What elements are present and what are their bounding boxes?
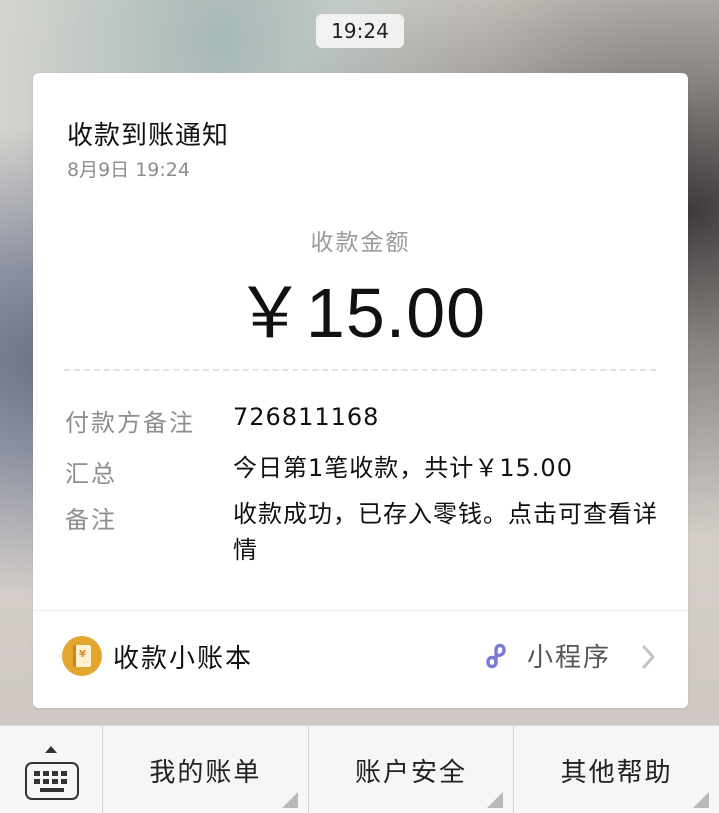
amount-value: ￥15.00 (234, 274, 487, 352)
detail-key: 汇总 (65, 460, 117, 488)
payment-notification-card[interactable]: 收款到账通知 8月9日 19:24 收款金额 ￥15.00 付款方备注 7268… (33, 73, 688, 708)
detail-value: 726811168 (233, 403, 380, 431)
arrow-up-icon (45, 746, 57, 753)
mini-program-label: 小程序 (527, 643, 612, 673)
card-footer[interactable]: ¥ 收款小账本 小程序 (33, 611, 688, 708)
app-name: 收款小账本 (113, 644, 254, 674)
submenu-corner-icon (281, 792, 298, 808)
bottom-menu-bar: 我的账单 账户安全 其他帮助 (0, 725, 719, 813)
message-timestamp: 19:24 (316, 14, 404, 48)
detail-value: 今日第1笔收款，共计￥15.00 (233, 454, 573, 482)
mini-program-icon (486, 643, 506, 669)
card-date: 8月9日 19:24 (67, 159, 190, 181)
submenu-corner-icon (487, 792, 504, 808)
menu-label: 我的账单 (149, 757, 262, 788)
amount-label: 收款金额 (310, 230, 411, 256)
detail-key: 备注 (65, 506, 117, 534)
menu-other-help[interactable]: 其他帮助 (514, 726, 719, 813)
detail-key: 付款方备注 (65, 409, 195, 437)
dashed-divider (64, 369, 656, 371)
menu-account-security[interactable]: 账户安全 (309, 726, 515, 813)
keyboard-icon (25, 762, 79, 800)
card-title: 收款到账通知 (67, 121, 230, 151)
chevron-right-icon (642, 645, 655, 669)
keyboard-toggle-button[interactable] (0, 726, 103, 813)
ledger-book-icon: ¥ (62, 636, 102, 676)
menu-label: 其他帮助 (560, 757, 673, 788)
detail-value: 收款成功，已存入零钱。点击可查看详情 (233, 500, 658, 564)
submenu-corner-icon (693, 792, 710, 808)
menu-my-bills[interactable]: 我的账单 (103, 726, 309, 813)
menu-label: 账户安全 (355, 757, 468, 788)
timestamp-text: 19:24 (331, 19, 389, 43)
